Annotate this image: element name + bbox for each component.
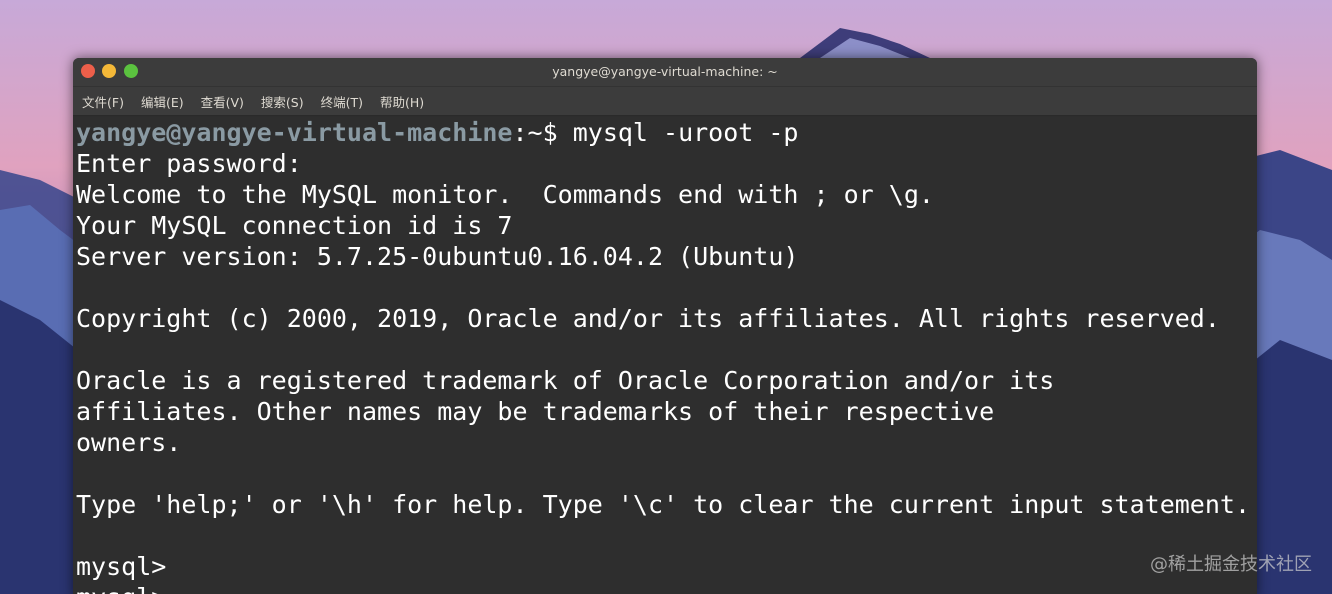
output-line: Server version: 5.7.25-0ubuntu0.16.04.2 …	[76, 242, 799, 271]
output-line: Oracle is a registered trademark of Orac…	[76, 366, 1055, 395]
output-line: Enter password:	[76, 149, 302, 178]
menu-edit[interactable]: 编辑(E)	[141, 92, 184, 111]
output-line: Welcome to the MySQL monitor. Commands e…	[76, 180, 934, 209]
command-text: mysql -uroot -p	[572, 118, 799, 147]
output-line: Type 'help;' or '\h' for help. Type '\c'…	[76, 490, 1250, 519]
prompt-path: :~$	[512, 118, 573, 147]
prompt-line: yangye@yangye-virtual-machine:~$ mysql -…	[76, 117, 1257, 148]
menu-search[interactable]: 搜索(S)	[261, 92, 304, 111]
menu-terminal[interactable]: 终端(T)	[321, 92, 363, 111]
mysql-prompt: mysql>	[76, 582, 1257, 594]
terminal-window: yangye@yangye-virtual-machine: ~ 文件(F) 编…	[73, 58, 1257, 594]
output-line: owners.	[76, 428, 182, 457]
window-title: yangye@yangye-virtual-machine: ~	[552, 64, 778, 79]
menu-view[interactable]: 查看(V)	[201, 92, 244, 111]
output-line: Your MySQL connection id is 7	[76, 211, 513, 240]
output-line: Copyright (c) 2000, 2019, Oracle and/or …	[76, 304, 1220, 333]
menu-help[interactable]: 帮助(H)	[380, 92, 424, 111]
window-titlebar[interactable]: yangye@yangye-virtual-machine: ~	[73, 58, 1257, 87]
menu-bar: 文件(F) 编辑(E) 查看(V) 搜索(S) 终端(T) 帮助(H)	[73, 87, 1257, 116]
watermark: @稀土掘金技术社区	[1150, 554, 1312, 575]
mysql-prompt: mysql>	[76, 552, 167, 581]
prompt-user: yangye@yangye-virtual-machine	[76, 118, 513, 147]
terminal-output[interactable]: yangye@yangye-virtual-machine:~$ mysql -…	[73, 117, 1257, 594]
output-line: affiliates. Other names may be trademark…	[76, 397, 995, 426]
menu-file[interactable]: 文件(F)	[82, 92, 124, 111]
